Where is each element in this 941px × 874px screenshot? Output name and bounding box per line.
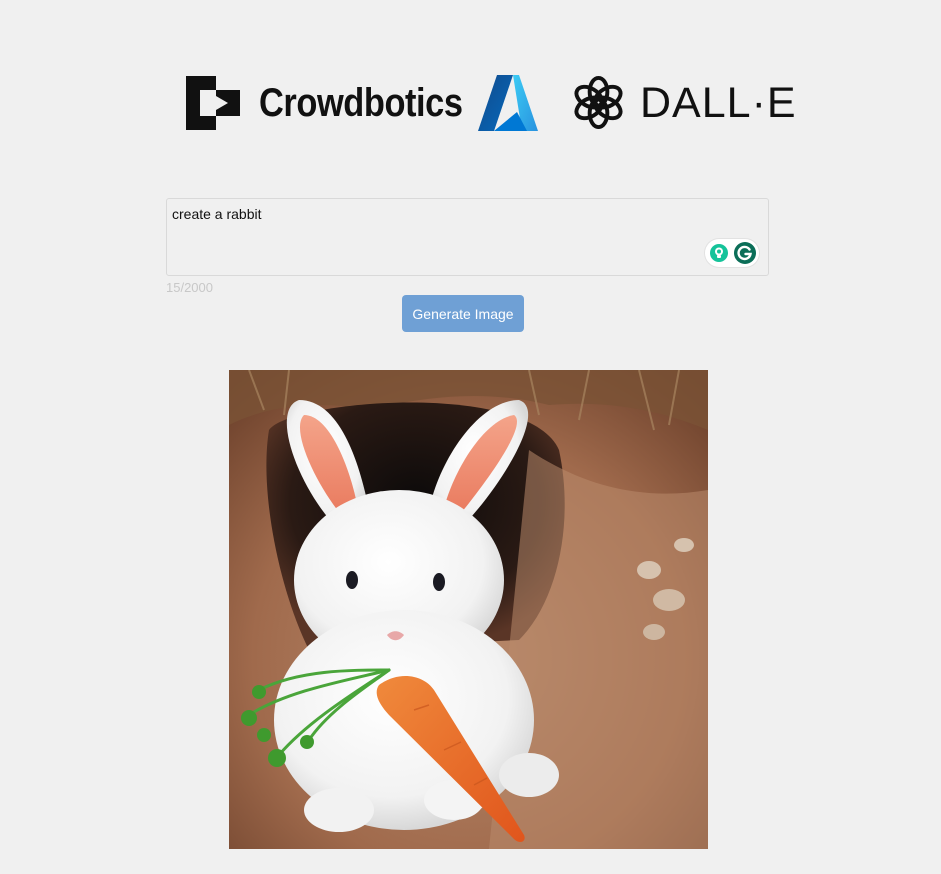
crowdbotics-wordmark: Crowdbotics [259, 81, 463, 125]
generate-image-button[interactable]: Generate Image [402, 295, 524, 332]
azure-logo-icon [478, 75, 538, 131]
character-counter: 15/2000 [166, 280, 213, 295]
prompt-input-value[interactable]: create a rabbit [172, 206, 262, 222]
prompt-input[interactable]: create a rabbit [166, 198, 769, 276]
openai-logo-icon [574, 75, 623, 130]
generated-image [229, 370, 708, 849]
lightbulb-icon[interactable] [710, 244, 728, 262]
logo-bar: Crowdbotics DALL·E [0, 70, 941, 136]
grammarly-icon[interactable] [734, 242, 756, 264]
crowdbotics-mark-icon [186, 76, 240, 130]
grammarly-widget[interactable] [705, 239, 759, 267]
dalle-wordmark: DALL·E [640, 79, 797, 127]
